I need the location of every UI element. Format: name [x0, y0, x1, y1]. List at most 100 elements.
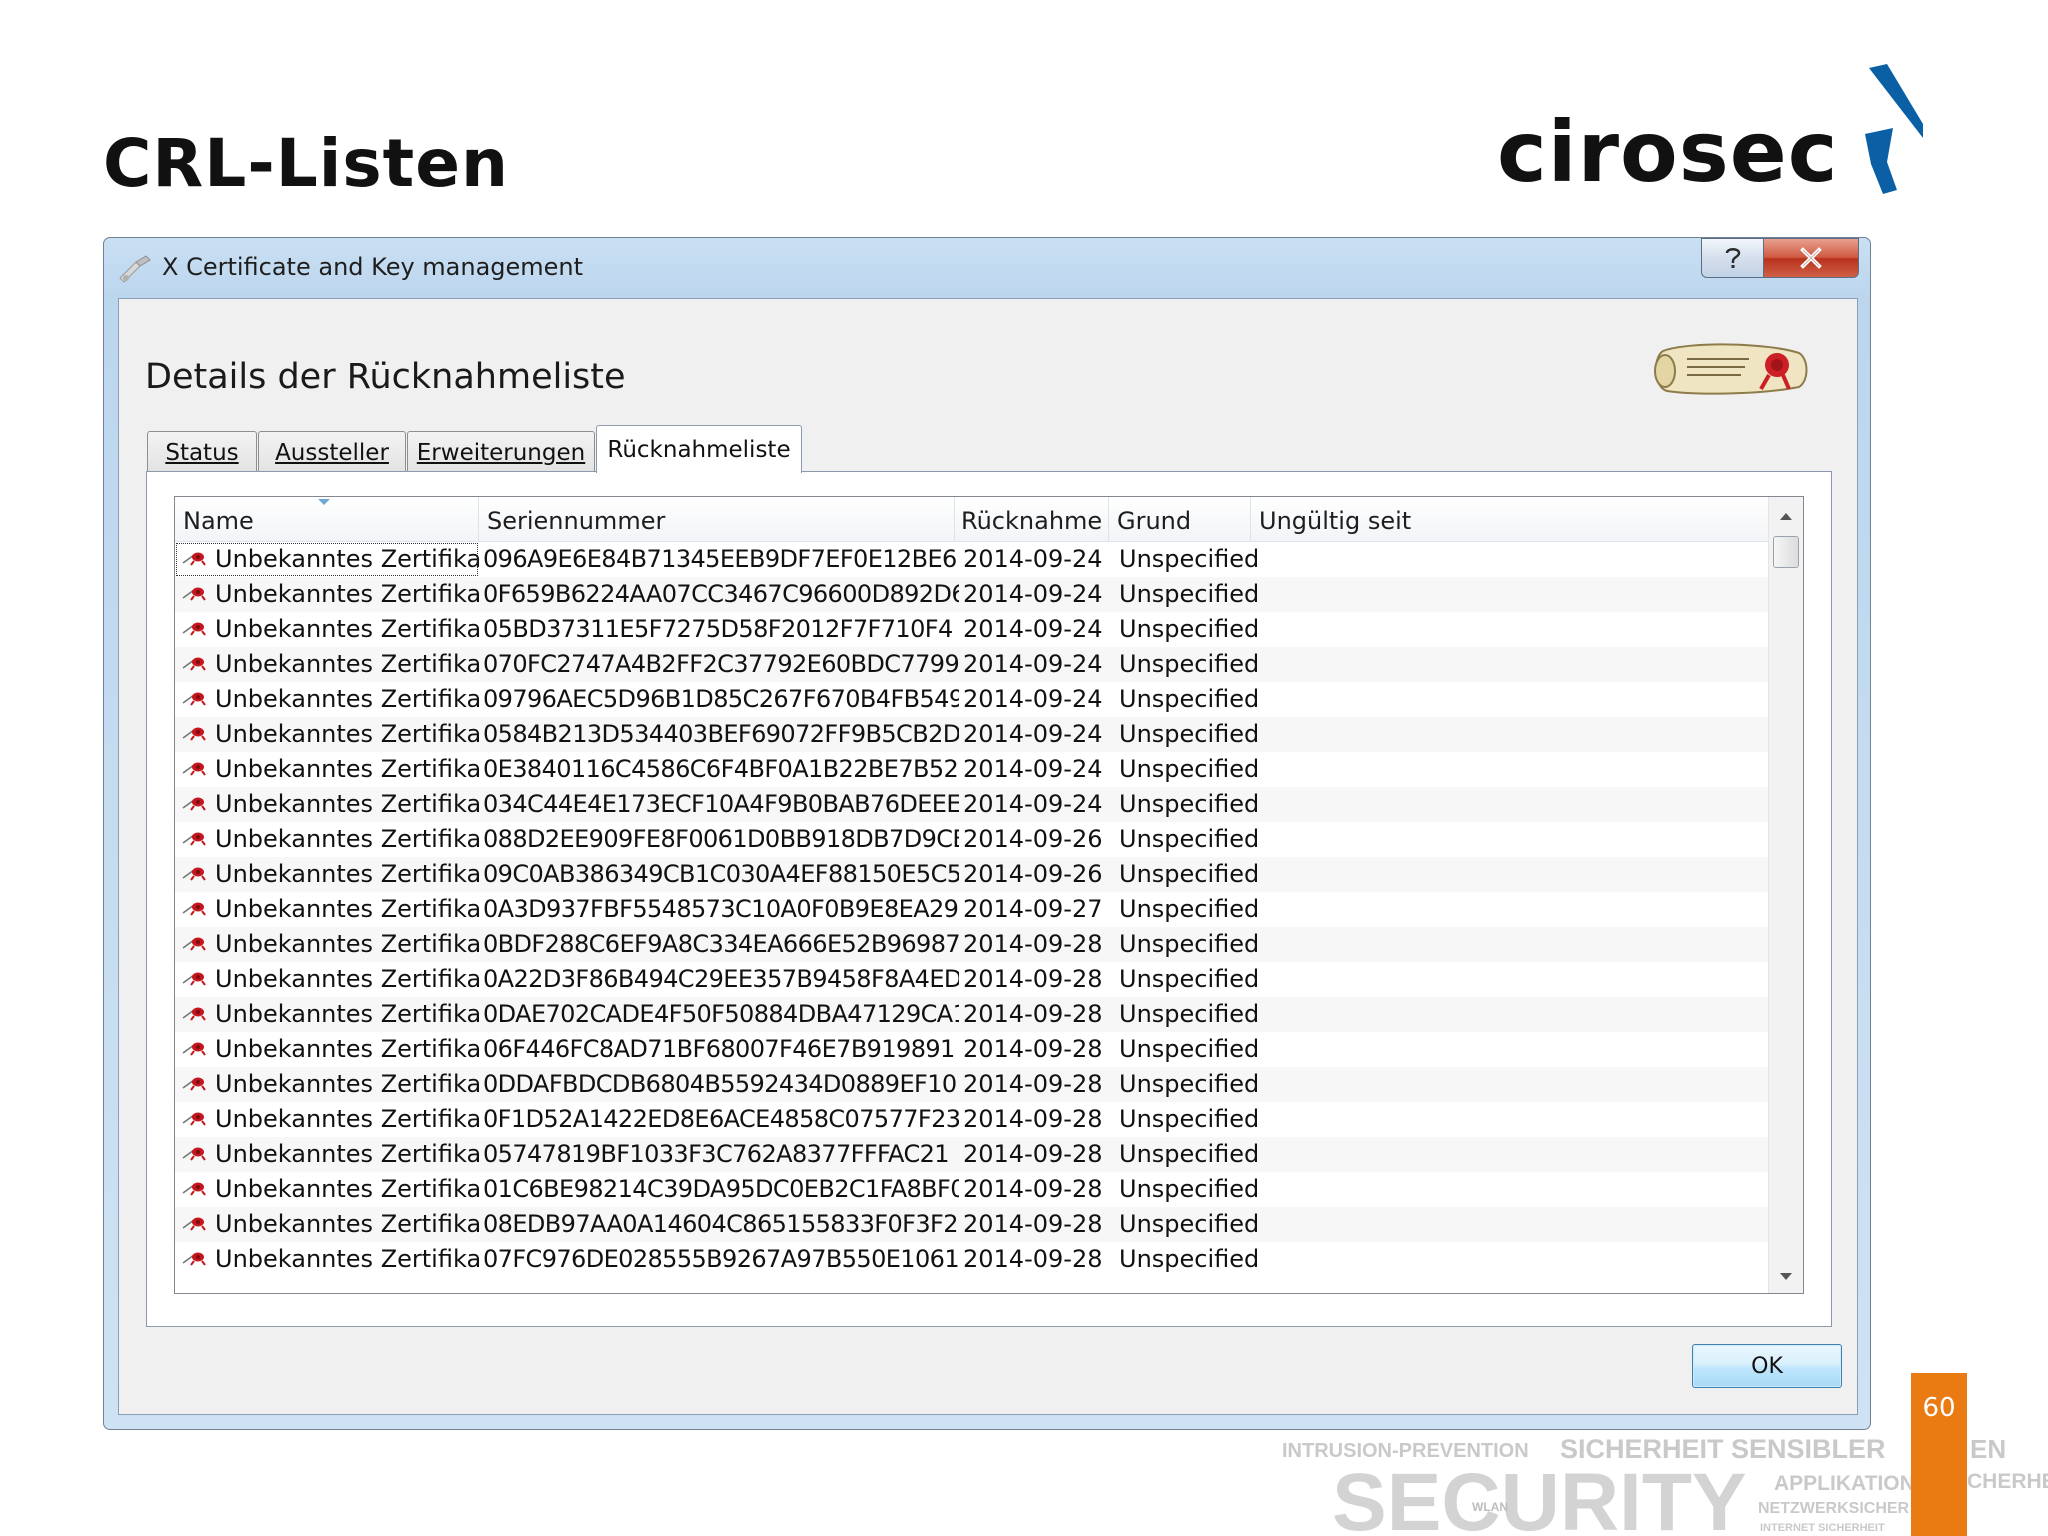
certificate-name: Unbekanntes Zertifikat: [215, 755, 479, 783]
certificate-name: Unbekanntes Zertifikat: [215, 1245, 479, 1273]
cirosec-shield-icon: [1865, 64, 1923, 194]
collage-word: INTERNET SICHERHEIT: [1760, 1522, 1885, 1534]
window-title: X Certificate and Key management: [162, 253, 584, 281]
help-button[interactable]: [1701, 238, 1763, 278]
cell-invalid-since: [1257, 682, 1757, 717]
revoked-certificate-icon: [182, 1077, 206, 1091]
certificate-name: Unbekanntes Zertifikat: [215, 545, 479, 573]
cell-serial-number: 070FC2747A4B2FF2C37792E60BDC7799: [483, 650, 959, 678]
cell-name: Unbekanntes Zertifikat: [175, 647, 479, 682]
cell-revocation-date: 2014-09-28: [963, 1000, 1103, 1028]
crl-list-view[interactable]: Name Seriennummer Rücknahme Grund Ungült…: [174, 496, 1804, 1294]
revoked-certificate-icon: [182, 727, 206, 741]
cell-reason: Unspecified: [1119, 685, 1257, 713]
cell-revocation-date: 2014-09-26: [963, 825, 1103, 853]
list-row[interactable]: Unbekanntes Zertifikat 0A22D3F86B494C29EE…: [175, 962, 1769, 997]
cell-invalid-since: [1257, 752, 1757, 787]
list-row[interactable]: Unbekanntes Zertifikat 07FC976DE028555B92…: [175, 1242, 1769, 1277]
tab-ruecknahmeliste[interactable]: Rücknahmeliste: [596, 425, 802, 473]
list-row[interactable]: Unbekanntes Zertifikat 09796AEC5D96B1D85C…: [175, 682, 1769, 717]
list-header: Name Seriennummer Rücknahme Grund Ungült…: [175, 497, 1769, 542]
column-header-name[interactable]: Name: [175, 497, 479, 541]
help-icon: [1725, 248, 1740, 268]
window-titlebar[interactable]: X Certificate and Key management: [104, 238, 1870, 298]
list-row[interactable]: Unbekanntes Zertifikat 0F1D52A1422ED8E6AC…: [175, 1102, 1769, 1137]
cell-name: Unbekanntes Zertifikat: [175, 612, 479, 647]
revoked-certificate-icon: [182, 1147, 206, 1161]
collage-word: APPLIKATION: [1774, 1472, 1911, 1495]
cell-revocation-date: 2014-09-24: [963, 720, 1103, 748]
cell-name: Unbekanntes Zertifikat: [175, 717, 479, 752]
list-row[interactable]: Unbekanntes Zertifikat 0BDF288C6EF9A8C334…: [175, 927, 1769, 962]
column-header-seriennummer[interactable]: Seriennummer: [479, 497, 955, 541]
certificate-name: Unbekanntes Zertifikat: [215, 1175, 479, 1203]
cell-name: Unbekanntes Zertifikat: [175, 787, 479, 822]
list-row[interactable]: Unbekanntes Zertifikat 034C44E4E173ECF10A…: [175, 787, 1769, 822]
cirosec-logo: cirosec: [1495, 62, 1935, 202]
cell-revocation-date: 2014-09-28: [963, 1070, 1103, 1098]
cell-revocation-date: 2014-09-28: [963, 1175, 1103, 1203]
list-row[interactable]: Unbekanntes Zertifikat 0A3D937FBF5548573C…: [175, 892, 1769, 927]
list-row[interactable]: Unbekanntes Zertifikat 096A9E6E84B71345EE…: [175, 542, 1769, 577]
list-row[interactable]: Unbekanntes Zertifikat 06F446FC8AD71BF680…: [175, 1032, 1769, 1067]
collage-word: CHERHE: [1967, 1470, 2048, 1493]
cell-serial-number: 0DAE702CADE4F50F50884DBA47129CA1: [483, 1000, 959, 1028]
page-number-badge: 60: [1911, 1373, 1967, 1536]
list-row[interactable]: Unbekanntes Zertifikat 05BD37311E5F7275D5…: [175, 612, 1769, 647]
revoked-certificate-icon: [182, 1252, 206, 1266]
cell-serial-number: 0A22D3F86B494C29EE357B9458F8A4ED: [483, 965, 959, 993]
scroll-down-icon[interactable]: [1780, 1273, 1792, 1280]
cell-reason: Unspecified: [1119, 1245, 1257, 1273]
collage-word: EN: [1970, 1434, 2007, 1464]
certificate-name: Unbekanntes Zertifikat: [215, 825, 479, 853]
list-row[interactable]: Unbekanntes Zertifikat 0E3840116C4586C6F4…: [175, 752, 1769, 787]
page-number: 60: [1922, 1393, 1956, 1423]
cell-revocation-date: 2014-09-28: [963, 930, 1103, 958]
list-row[interactable]: Unbekanntes Zertifikat 08EDB97AA0A14604C8…: [175, 1207, 1769, 1242]
list-row[interactable]: Unbekanntes Zertifikat 09C0AB386349CB1C03…: [175, 857, 1769, 892]
cell-serial-number: 0E3840116C4586C6F4BF0A1B22BE7B52: [483, 755, 959, 783]
keyword-collage: INTRUSION-PREVENTION SICHERHEIT SENSIBLE…: [1278, 1418, 1911, 1536]
cell-name: Unbekanntes Zertifikat: [175, 1067, 479, 1102]
cell-reason: Unspecified: [1119, 1000, 1257, 1028]
list-row[interactable]: Unbekanntes Zertifikat 0DDAFBDCDB6804B559…: [175, 1067, 1769, 1102]
column-header-ruecknahme[interactable]: Rücknahme: [955, 497, 1109, 541]
cell-name: Unbekanntes Zertifikat: [175, 1102, 479, 1137]
column-header-grund[interactable]: Grund: [1109, 497, 1251, 541]
cell-invalid-since: [1257, 1067, 1757, 1102]
tab-status[interactable]: Status: [147, 431, 257, 473]
revoked-certificate-icon: [182, 1217, 206, 1231]
list-row[interactable]: Unbekanntes Zertifikat 070FC2747A4B2FF2C3…: [175, 647, 1769, 682]
slide-title: CRL-Listen: [103, 125, 509, 202]
list-row[interactable]: Unbekanntes Zertifikat 0584B213D534403BEF…: [175, 717, 1769, 752]
cell-name: Unbekanntes Zertifikat: [175, 997, 479, 1032]
cell-name: Unbekanntes Zertifikat: [175, 822, 479, 857]
cell-reason: Unspecified: [1119, 930, 1257, 958]
tab-erweiterungen[interactable]: Erweiterungen: [407, 431, 595, 473]
certificate-manager-window: X Certificate and Key management Details…: [103, 237, 1871, 1430]
column-header-ungueltig-seit[interactable]: Ungültig seit: [1251, 497, 1769, 541]
cell-name: Unbekanntes Zertifikat: [175, 577, 479, 612]
cell-name: Unbekanntes Zertifikat: [175, 1137, 479, 1172]
list-row[interactable]: Unbekanntes Zertifikat 088D2EE909FE8F0061…: [175, 822, 1769, 857]
scroll-up-icon[interactable]: [1780, 513, 1792, 520]
list-row[interactable]: Unbekanntes Zertifikat 05747819BF1033F3C7…: [175, 1137, 1769, 1172]
list-row[interactable]: Unbekanntes Zertifikat 01C6BE98214C39DA95…: [175, 1172, 1769, 1207]
list-row[interactable]: Unbekanntes Zertifikat 0DAE702CADE4F50F50…: [175, 997, 1769, 1032]
cell-revocation-date: 2014-09-24: [963, 790, 1103, 818]
scrollbar-thumb[interactable]: [1773, 536, 1799, 568]
cell-name: Unbekanntes Zertifikat: [175, 682, 479, 717]
list-row[interactable]: Unbekanntes Zertifikat 0F659B6224AA07CC34…: [175, 577, 1769, 612]
vertical-scrollbar[interactable]: [1768, 497, 1803, 1293]
revoked-certificate-icon: [182, 762, 206, 776]
cell-serial-number: 0A3D937FBF5548573C10A0F0B9E8EA29: [483, 895, 959, 923]
ok-button[interactable]: OK: [1692, 1344, 1842, 1388]
cell-serial-number: 0F1D52A1422ED8E6ACE4858C07577F23: [483, 1105, 959, 1133]
cell-serial-number: 05747819BF1033F3C762A8377FFFAC21: [483, 1140, 950, 1168]
cell-reason: Unspecified: [1119, 965, 1257, 993]
cell-name: Unbekanntes Zertifikat: [175, 1207, 479, 1242]
close-button[interactable]: [1763, 238, 1859, 278]
tab-aussteller[interactable]: Aussteller: [258, 431, 406, 473]
certificate-name: Unbekanntes Zertifikat: [215, 1035, 479, 1063]
certificate-name: Unbekanntes Zertifikat: [215, 895, 479, 923]
